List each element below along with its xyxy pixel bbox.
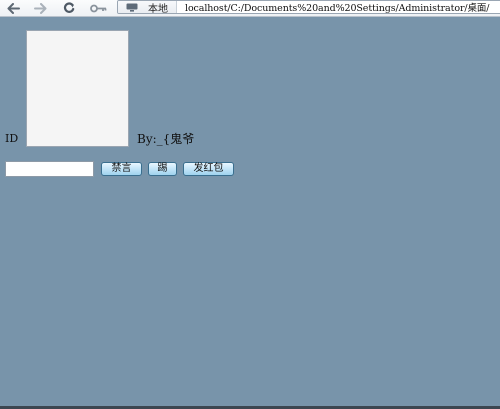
address-bar[interactable]: 本地 localhost/C:/Documents%20and%20Settin…: [117, 0, 500, 14]
monitor-icon: [126, 3, 138, 12]
page-content: ID By:_{鬼爷 禁言 踢 发红包: [0, 17, 500, 406]
forward-arrow-icon: [33, 2, 46, 14]
kick-button[interactable]: 踢: [148, 162, 177, 176]
text-input[interactable]: [5, 161, 94, 177]
byline: By:_{鬼爷: [137, 132, 195, 146]
reload-button[interactable]: [60, 0, 78, 16]
browser-toolbar: 本地 localhost/C:/Documents%20and%20Settin…: [0, 0, 500, 17]
red-packet-button[interactable]: 发红包: [183, 162, 234, 176]
back-arrow-icon: [7, 2, 20, 14]
forward-button[interactable]: [31, 0, 49, 16]
back-button[interactable]: [4, 0, 22, 16]
reload-icon: [63, 2, 75, 13]
scheme-chip[interactable]: 本地: [118, 1, 177, 13]
key-button[interactable]: [87, 0, 109, 16]
image-placeholder: [26, 30, 129, 147]
ban-button[interactable]: 禁言: [101, 162, 142, 176]
url-text[interactable]: localhost/C:/Documents%20and%20Settings/…: [177, 1, 490, 13]
key-icon: [89, 4, 106, 12]
id-label: ID: [5, 132, 19, 145]
scheme-label: 本地: [148, 3, 168, 14]
